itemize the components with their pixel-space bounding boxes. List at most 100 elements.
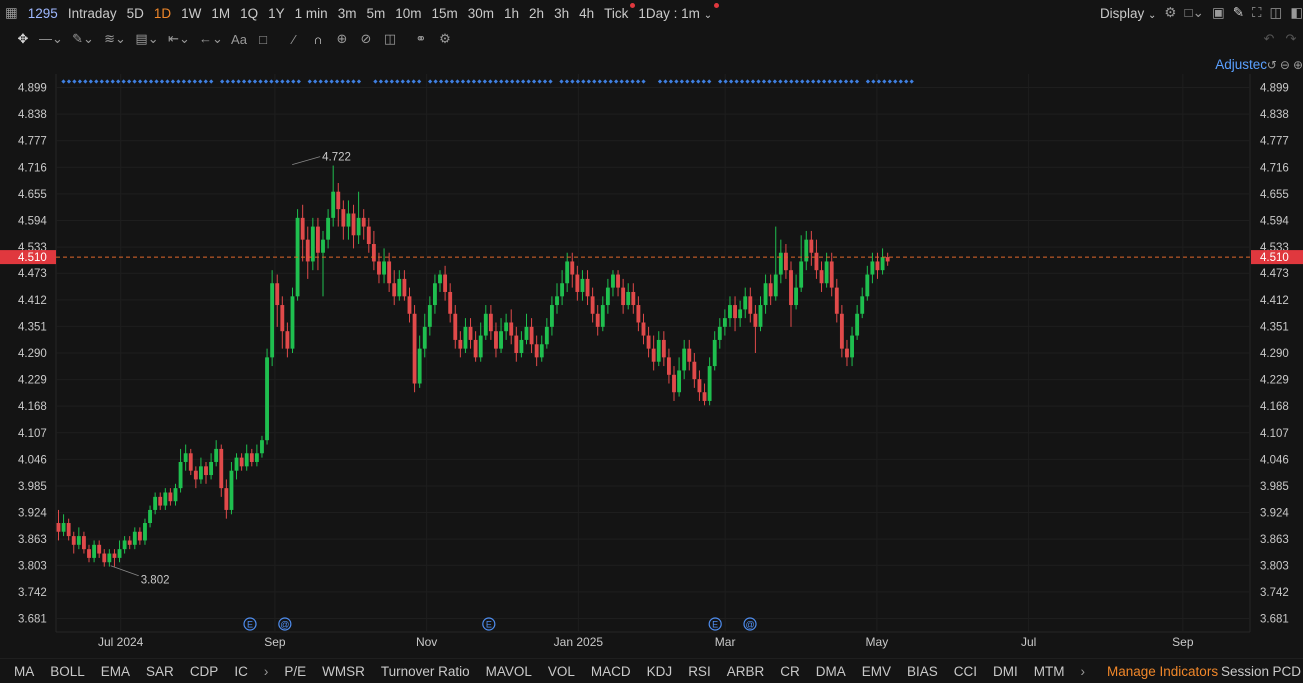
indicator-ema[interactable]: EMA	[93, 664, 138, 679]
timeframe-1-min[interactable]: 1 min	[290, 6, 333, 21]
pen-icon[interactable]: ✎⌄	[68, 28, 98, 50]
candle-body	[341, 209, 346, 227]
candle-body	[81, 536, 86, 550]
y-tick-label-left: 4.473	[18, 268, 47, 280]
price-chart[interactable]: 4.899 4.899 4.838 4.838 4.777 4.777 4.716 4.716…	[0, 52, 1303, 658]
indicator-p-e[interactable]: P/E	[276, 664, 314, 679]
news-dot	[832, 79, 838, 84]
chevron-down-icon: ⌄	[1147, 9, 1157, 21]
news-dot	[345, 79, 351, 84]
indicator-sar[interactable]: SAR	[138, 664, 182, 679]
news-dot	[718, 79, 723, 84]
timeframe-5d[interactable]: 5D	[122, 6, 149, 21]
indicator-macd[interactable]: MACD	[583, 664, 639, 679]
display-button[interactable]: Display ⌄	[1100, 6, 1156, 21]
layout-icon[interactable]: □⌄	[1184, 5, 1203, 21]
indicator-ic[interactable]: IC	[226, 664, 256, 679]
text-icon[interactable]: Aa	[228, 28, 250, 50]
redo-icon[interactable]: ↷	[1280, 28, 1302, 50]
candle-body	[443, 274, 448, 292]
indicator-boll[interactable]: BOLL	[42, 664, 93, 679]
measure-icon[interactable]: ⇤⌄	[164, 28, 194, 50]
timeframe-1q[interactable]: 1Q	[235, 6, 263, 21]
book-icon[interactable]: ◫	[1269, 5, 1282, 21]
y-tick-label-left: 3.924	[18, 508, 47, 520]
pencil-icon[interactable]: ✎	[1233, 5, 1244, 21]
timeframe-tick[interactable]: Tick	[599, 2, 636, 21]
sidebar-toggle-icon[interactable]: ▦	[0, 5, 23, 21]
news-dot	[466, 79, 471, 84]
settings-icon[interactable]: ⚙	[1164, 5, 1176, 21]
indicator-cr[interactable]: CR	[772, 664, 808, 679]
indicator-cdp[interactable]: CDP	[182, 664, 227, 679]
panel-icon[interactable]: ◧	[1290, 5, 1303, 21]
manage-indicators-button[interactable]: Manage Indicators	[1099, 664, 1226, 679]
undo-icon[interactable]: ↶	[1258, 28, 1280, 50]
indicator-mavol[interactable]: MAVOL	[478, 664, 540, 679]
indicator-vol[interactable]: VOL	[540, 664, 583, 679]
timeframe-1h[interactable]: 1h	[499, 6, 524, 21]
indicator-mtm[interactable]: MTM	[1026, 664, 1073, 679]
timeframe-1y[interactable]: 1Y	[263, 6, 290, 21]
comment-icon[interactable]: □	[252, 28, 274, 50]
chevron-right-icon[interactable]: ›	[1073, 664, 1094, 679]
fib-icon[interactable]: ▤⌄	[132, 28, 162, 50]
trash-icon[interactable]: ◫	[379, 28, 401, 50]
timeframe-1m[interactable]: 1M	[206, 6, 235, 21]
line-icon[interactable]: —⌄	[36, 28, 66, 50]
crosshair-icon[interactable]: ✥	[12, 28, 34, 50]
candlestick-chart[interactable]: 4.899 4.899 4.838 4.838 4.777 4.777 4.716 4.716…	[0, 52, 1303, 658]
indicator-rsi[interactable]: RSI	[680, 664, 719, 679]
news-dot	[444, 79, 449, 84]
news-dot	[165, 79, 170, 84]
news-dot	[734, 79, 739, 84]
indicator-kdj[interactable]: KDJ	[639, 664, 681, 679]
timeframe-5m[interactable]: 5m	[361, 6, 390, 21]
indicator-emv[interactable]: EMV	[854, 664, 899, 679]
timeframe-2h[interactable]: 2h	[524, 6, 549, 21]
camera-icon[interactable]: ▣	[1212, 5, 1225, 21]
indicator-dma[interactable]: DMA	[808, 664, 854, 679]
candle-body	[834, 287, 839, 314]
indicator-bias[interactable]: BIAS	[899, 664, 946, 679]
timeframe-30m[interactable]: 30m	[463, 6, 499, 21]
indicator-cci[interactable]: CCI	[946, 664, 985, 679]
magnet-icon[interactable]: ∩	[307, 28, 329, 50]
y-tick-label-left: 3.863	[18, 534, 47, 546]
fullscreen-icon[interactable]: ⛶	[1252, 5, 1261, 21]
hide-icon[interactable]: ⊘	[355, 28, 377, 50]
candle-body	[71, 536, 76, 545]
timeframe-1d[interactable]: 1D	[149, 6, 176, 21]
chevron-right-icon[interactable]: ›	[256, 664, 277, 679]
indicator-ma[interactable]: MA	[0, 664, 42, 679]
symbol-code[interactable]: 1295	[23, 6, 63, 21]
candle-body	[717, 326, 722, 340]
candle-body	[758, 305, 763, 327]
indicator-turnover-ratio[interactable]: Turnover Ratio	[373, 664, 478, 679]
timeframe-intraday[interactable]: Intraday	[63, 6, 122, 21]
candle-body	[575, 274, 580, 292]
arrow-icon[interactable]: ←⌄	[196, 28, 226, 50]
lock-icon[interactable]: ⊕	[331, 28, 353, 50]
indicator-arbr[interactable]: ARBR	[719, 664, 773, 679]
pcd-button[interactable]: PCD	[1272, 664, 1301, 679]
pattern-icon[interactable]: ≋⌄	[100, 28, 130, 50]
timeframe-3m[interactable]: 3m	[333, 6, 362, 21]
ruler-icon[interactable]: ∕	[283, 28, 305, 50]
settings-icon[interactable]: ⚙	[434, 28, 456, 50]
news-dot	[909, 79, 914, 84]
interval-selector[interactable]: 1Day : 1m ⌄	[633, 2, 720, 21]
timeframe-1w[interactable]: 1W	[176, 6, 206, 21]
session-button[interactable]: Session	[1221, 664, 1269, 679]
news-dot	[625, 79, 630, 84]
news-dot	[324, 79, 329, 84]
timeframe-4h[interactable]: 4h	[574, 6, 599, 21]
timeframe-10m[interactable]: 10m	[390, 6, 426, 21]
indicator-wmsr[interactable]: WMSR	[314, 664, 373, 679]
compare-icon[interactable]: ⚭	[410, 28, 432, 50]
news-dot	[121, 79, 126, 84]
indicator-dmi[interactable]: DMI	[985, 664, 1026, 679]
timeframe-3h[interactable]: 3h	[549, 6, 574, 21]
timeframe-15m[interactable]: 15m	[426, 6, 462, 21]
news-dot	[406, 79, 411, 84]
